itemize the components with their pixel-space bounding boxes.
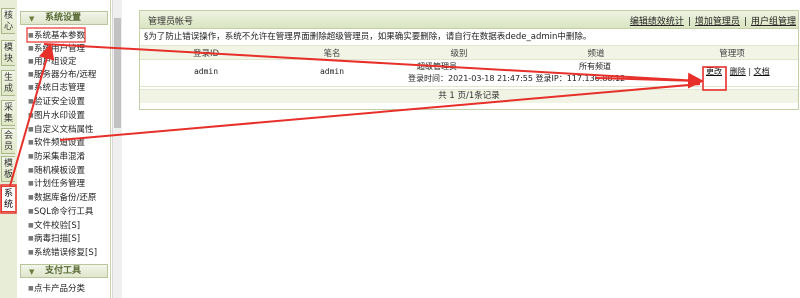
vtab-system[interactable]: 系统 bbox=[1, 186, 15, 212]
scrollbar-thumb[interactable] bbox=[114, 18, 121, 128]
edit-performance-stats-link[interactable]: 编辑绩效统计 bbox=[630, 17, 684, 27]
user-group-manage-link[interactable]: 用户组管理 bbox=[751, 17, 796, 27]
col-actions: 管理项 bbox=[719, 49, 745, 59]
document-action-link[interactable]: 文档 bbox=[754, 67, 770, 76]
cell-level: 超级管理员 bbox=[417, 62, 457, 71]
vtab-collect[interactable]: 采集 bbox=[1, 100, 15, 126]
panel-title: 管理员帐号 bbox=[148, 17, 194, 27]
col-level: 级别 bbox=[450, 49, 468, 59]
menu-item-error-repair[interactable]: ■ 系统错误修复[S] bbox=[28, 247, 108, 259]
menu-item-security[interactable]: ■ 验证安全设置 bbox=[28, 96, 108, 108]
action-separator: | bbox=[748, 67, 752, 76]
bullet-icon: ■ bbox=[28, 112, 34, 119]
collapse-triangle-icon: ▼ bbox=[29, 268, 35, 276]
notice-bar: §为了防止错误操作，系统不允许在管理界面删除超级管理员，如果确实要删除，请自行在… bbox=[140, 29, 798, 46]
admin-account-panel: 管理员帐号 编辑绩效统计 | 增加管理员 | 用户组管理 §为了防止错误操作，系统不允许… bbox=[139, 10, 799, 110]
action-separator: | bbox=[724, 67, 728, 76]
side-menu: ▼ 系统设置 ■ 系统基本参数 ■ 系统用户管理 ■ 用户组设定 ■ 服务器分布/远程 … bbox=[17, 0, 111, 298]
menu-item-scheduled-tasks[interactable]: ■ 计划任务管理 bbox=[28, 178, 108, 190]
bullet-icon: ■ bbox=[28, 153, 34, 160]
menu-item-basic-params[interactable]: ■ 系统基本参数 bbox=[28, 30, 108, 42]
bullet-icon: ■ bbox=[28, 167, 34, 174]
cell-login-info: 登录时间：2021-03-18 21:47:55 登录IP：117.136.88… bbox=[408, 74, 626, 83]
menu-item-anti-collect[interactable]: ■ 防采集串混淆 bbox=[28, 151, 108, 163]
bullet-icon: ■ bbox=[28, 249, 34, 256]
delete-action-link[interactable]: 删除 bbox=[730, 67, 746, 76]
menu-item-sql-tool[interactable]: ■ SQL命令行工具 bbox=[28, 206, 108, 218]
bullet-icon: ■ bbox=[28, 285, 34, 292]
bullet-icon: ■ bbox=[28, 222, 34, 229]
menu-item-user-manage[interactable]: ■ 系统用户管理 bbox=[28, 43, 108, 55]
pager: 共 1 页/1条记录 bbox=[140, 89, 798, 103]
bullet-icon: ■ bbox=[28, 126, 34, 133]
col-login-id: 登录ID bbox=[192, 49, 220, 59]
bullet-icon: ■ bbox=[28, 194, 34, 201]
panel-header: 管理员帐号 编辑绩效统计 | 增加管理员 | 用户组管理 bbox=[140, 11, 798, 29]
bullet-icon: ■ bbox=[28, 32, 34, 39]
bullet-icon: ■ bbox=[28, 98, 34, 105]
col-channel: 频道 bbox=[587, 49, 605, 59]
cell-channel: 所有频道 bbox=[579, 62, 611, 71]
cell-login-id: admin bbox=[193, 67, 219, 76]
bullet-icon: ■ bbox=[28, 235, 34, 242]
vtab-core[interactable]: 核心 bbox=[1, 8, 15, 34]
menu-item-user-group[interactable]: ■ 用户组设定 bbox=[28, 56, 108, 68]
edit-action-link[interactable]: 更改 bbox=[706, 67, 722, 76]
vtab-generate[interactable]: 生成 bbox=[1, 70, 15, 96]
bullet-icon: ■ bbox=[28, 45, 34, 52]
menu-item-file-check[interactable]: ■ 文件校验[S] bbox=[28, 220, 108, 232]
menu-item-db-backup[interactable]: ■ 数据库备份/还原 bbox=[28, 192, 108, 204]
menu-item-watermark[interactable]: ■ 图片水印设置 bbox=[28, 110, 108, 122]
main-content: 管理员帐号 编辑绩效统计 | 增加管理员 | 用户组管理 §为了防止错误操作，系统不允许… bbox=[122, 0, 800, 298]
cell-pen-name: admin bbox=[319, 67, 345, 76]
bullet-icon: ■ bbox=[28, 71, 34, 78]
menu-item-custom-attr[interactable]: ■ 自定义文档属性 bbox=[28, 124, 108, 136]
menu-item-virus-scan[interactable]: ■ 病毒扫描[S] bbox=[28, 233, 108, 245]
vtab-member[interactable]: 会员 bbox=[1, 128, 15, 154]
menu-section-system-settings[interactable]: ▼ 系统设置 bbox=[20, 11, 108, 25]
collapse-triangle-icon: ▼ bbox=[29, 15, 35, 23]
vertical-tab-strip: 核心 模块 生成 采集 会员 模板 系统 bbox=[0, 0, 18, 298]
bullet-icon: ■ bbox=[28, 180, 34, 187]
bullet-icon: ■ bbox=[28, 208, 34, 215]
menu-item-system-log[interactable]: ■ 系统日志管理 bbox=[28, 82, 108, 94]
bullet-icon: ■ bbox=[28, 58, 34, 65]
panel-header-links: 编辑绩效统计 | 增加管理员 | 用户组管理 bbox=[629, 17, 796, 27]
vtab-template[interactable]: 模板 bbox=[1, 156, 15, 182]
notice-text: §为了防止错误操作，系统不允许在管理界面删除超级管理员，如果确实要删除，请自行在… bbox=[144, 32, 592, 42]
bullet-icon: ■ bbox=[28, 139, 34, 146]
cell-actions: 更改 | 删除 | 文档 bbox=[706, 66, 798, 77]
add-admin-link[interactable]: 增加管理员 bbox=[695, 17, 740, 27]
col-pen-name: 笔名 bbox=[323, 49, 341, 59]
bullet-icon: ■ bbox=[28, 84, 34, 91]
menu-item-server-dist[interactable]: ■ 服务器分布/远程 bbox=[28, 69, 108, 81]
menu-scrollbar[interactable] bbox=[112, 0, 122, 298]
table-row: admin admin 超级管理员 所有频道 登录时间：2021-03-18 2… bbox=[140, 60, 798, 87]
menu-item-random-template[interactable]: ■ 随机模板设置 bbox=[28, 165, 108, 177]
vtab-module[interactable]: 模块 bbox=[1, 40, 15, 66]
menu-item-card-category[interactable]: ■ 点卡产品分类 bbox=[28, 283, 108, 295]
menu-item-software-channel[interactable]: ■ 软件频道设置 bbox=[28, 137, 108, 149]
menu-section-payment-tools[interactable]: ▼ 支付工具 bbox=[20, 264, 108, 278]
table-header: 登录ID 笔名 级别 频道 管理项 bbox=[140, 46, 798, 60]
